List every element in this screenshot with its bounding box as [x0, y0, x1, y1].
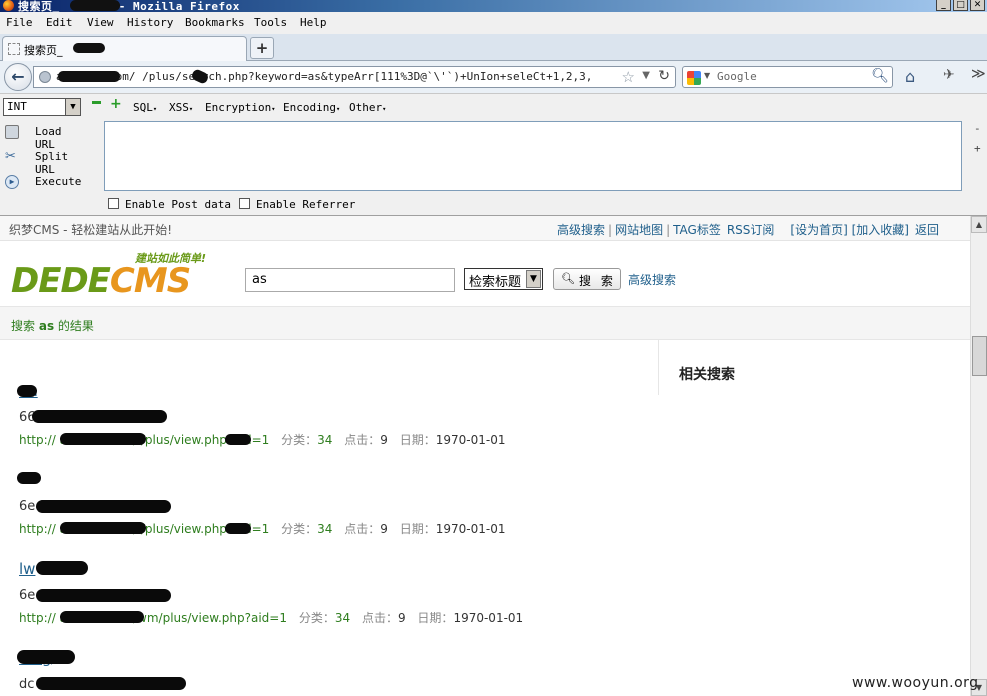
redaction: [60, 522, 146, 534]
window-titlebar: 搜索页_ - Mozilla Firefox _ □ ✕: [0, 0, 987, 13]
menu-edit[interactable]: Edit: [46, 16, 73, 29]
redaction: [60, 433, 146, 445]
redaction: [225, 434, 251, 445]
vertical-scrollbar[interactable]: ▲ ▼: [970, 216, 987, 696]
google-icon[interactable]: [687, 71, 701, 85]
tab-strip: 搜索页_ +: [0, 34, 987, 61]
page-content: 织梦CMS - 轻松建站从此开始! 高级搜索 | 网站地图 | TAG标签 RSS订阅 [设…: [0, 216, 970, 696]
page-loading-icon: [8, 43, 20, 55]
related-search-title: 相关搜索: [679, 367, 735, 383]
result-title-link[interactable]: lw: [19, 560, 35, 578]
breadcrumb: 搜索 as 的结果: [0, 307, 970, 340]
search-button[interactable]: 🔍︎ 搜 索: [553, 268, 621, 290]
link-advanced-search[interactable]: 高级搜索: [557, 223, 605, 237]
redaction: [17, 472, 41, 484]
menu-other[interactable]: Other▾: [349, 101, 386, 114]
scroll-up-icon[interactable]: ▲: [971, 216, 987, 233]
link-rss[interactable]: RSS订阅: [727, 223, 775, 237]
link-tags[interactable]: TAG标签: [673, 223, 721, 237]
menu-bookmarks[interactable]: Bookmarks: [185, 16, 245, 29]
menu-sql[interactable]: SQL▾: [133, 101, 157, 114]
menu-view[interactable]: View: [87, 16, 114, 29]
redaction: [58, 71, 120, 82]
navigation-toolbar: ← alibaba.com/ /plus/search.php?keyword=…: [0, 61, 987, 93]
toolbar-overflow-icon[interactable]: ≫: [971, 66, 986, 82]
redaction: [70, 0, 120, 11]
scissors-icon: ✂: [5, 149, 16, 164]
url-text[interactable]: alibaba.com/ /plus/search.php?keyword=as…: [56, 70, 592, 83]
enable-post-checkbox[interactable]: Enable Post data: [108, 198, 231, 211]
redaction: [17, 385, 37, 397]
addon-icon[interactable]: ✈: [943, 67, 955, 83]
home-icon[interactable]: ⌂: [905, 67, 915, 86]
menu-file[interactable]: File: [6, 16, 33, 29]
menu-tools[interactable]: Tools: [254, 16, 287, 29]
redaction: [36, 561, 88, 575]
redaction: [60, 611, 144, 623]
address-bar[interactable]: alibaba.com/ /plus/search.php?keyword=as…: [33, 66, 676, 88]
minimize-button[interactable]: _: [936, 0, 951, 11]
search-placeholder[interactable]: Google: [717, 70, 757, 83]
reload-icon[interactable]: ↻: [658, 68, 670, 84]
redaction: [73, 43, 105, 53]
tab-label: 搜索页_: [24, 44, 63, 57]
maximize-button[interactable]: □: [953, 0, 968, 11]
enable-referrer-checkbox[interactable]: Enable Referrer: [239, 198, 355, 211]
search-icon[interactable]: 🔍︎: [871, 68, 889, 84]
advanced-search-link[interactable]: 高级搜索: [628, 271, 676, 288]
increment-icon[interactable]: +: [110, 96, 122, 112]
redaction: [17, 650, 75, 664]
globe-icon: [39, 71, 51, 83]
site-header: 建站如此简单! DEDECMS as 检索标题 ▼ 🔍︎ 搜 索 高级搜索: [0, 241, 970, 307]
link-set-home-favorite[interactable]: [设为首页] [加入收藏]: [790, 223, 909, 237]
hackbar-url-textarea[interactable]: [104, 121, 962, 191]
firefox-icon: [3, 0, 14, 11]
menu-history[interactable]: History: [127, 16, 173, 29]
grow-button[interactable]: +: [974, 142, 981, 155]
redaction: [225, 523, 251, 534]
encoding-select[interactable]: INT ▼: [3, 98, 81, 116]
menu-encoding[interactable]: Encoding▾: [283, 101, 340, 114]
shrink-button[interactable]: -: [974, 122, 981, 135]
tab-search-page[interactable]: 搜索页_: [2, 36, 247, 61]
link-back[interactable]: 返回: [915, 223, 939, 237]
watermark: www.wooyun.org: [852, 675, 979, 691]
menu-xss[interactable]: XSS▾: [169, 101, 193, 114]
search-icon: 🔍︎: [561, 272, 575, 285]
history-dropdown-icon[interactable]: ▼: [642, 70, 650, 81]
redaction: [36, 500, 171, 513]
site-slogan: 织梦CMS - 轻松建站从此开始!: [9, 223, 173, 237]
redaction: [36, 677, 186, 690]
chevron-down-icon[interactable]: ▼: [65, 99, 80, 115]
keyword-input[interactable]: as: [245, 268, 455, 292]
related-search-column: 相关搜索: [658, 340, 970, 395]
top-links: 高级搜索 | 网站地图 | TAG标签 RSS订阅 [设为首页] [加入收藏] 返回: [557, 223, 939, 237]
search-bar[interactable]: ▼ Google 🔍︎: [682, 66, 893, 88]
back-button[interactable]: ←: [4, 63, 32, 91]
site-topbar: 织梦CMS - 轻松建站从此开始! 高级搜索 | 网站地图 | TAG标签 RSS订阅 [设…: [0, 216, 970, 241]
load-url-icon: [5, 125, 19, 139]
menu-help[interactable]: Help: [300, 16, 327, 29]
redaction: [32, 410, 167, 423]
hackbar-panel: INT ▼ + SQL▾ XSS▾ Encryption▾ Encoding▾ …: [0, 93, 987, 216]
menu-encryption[interactable]: Encryption▾: [205, 101, 275, 114]
play-icon: ▶: [5, 175, 19, 189]
dedecms-logo[interactable]: DEDECMS: [11, 261, 191, 301]
encoding-select-value: INT: [7, 100, 27, 113]
scroll-thumb[interactable]: [972, 336, 987, 376]
chevron-down-icon[interactable]: ▼: [526, 270, 541, 288]
engine-dropdown-icon[interactable]: ▼: [704, 71, 710, 80]
bookmark-star-icon[interactable]: ☆: [622, 68, 635, 86]
link-sitemap[interactable]: 网站地图: [615, 223, 663, 237]
close-button[interactable]: ✕: [970, 0, 985, 11]
new-tab-button[interactable]: +: [250, 37, 274, 59]
menu-bar: File Edit View History Bookmarks Tools H…: [0, 12, 987, 34]
decrement-icon[interactable]: [92, 101, 101, 104]
search-scope-select[interactable]: 检索标题 ▼: [464, 268, 543, 290]
redaction: [36, 589, 171, 602]
